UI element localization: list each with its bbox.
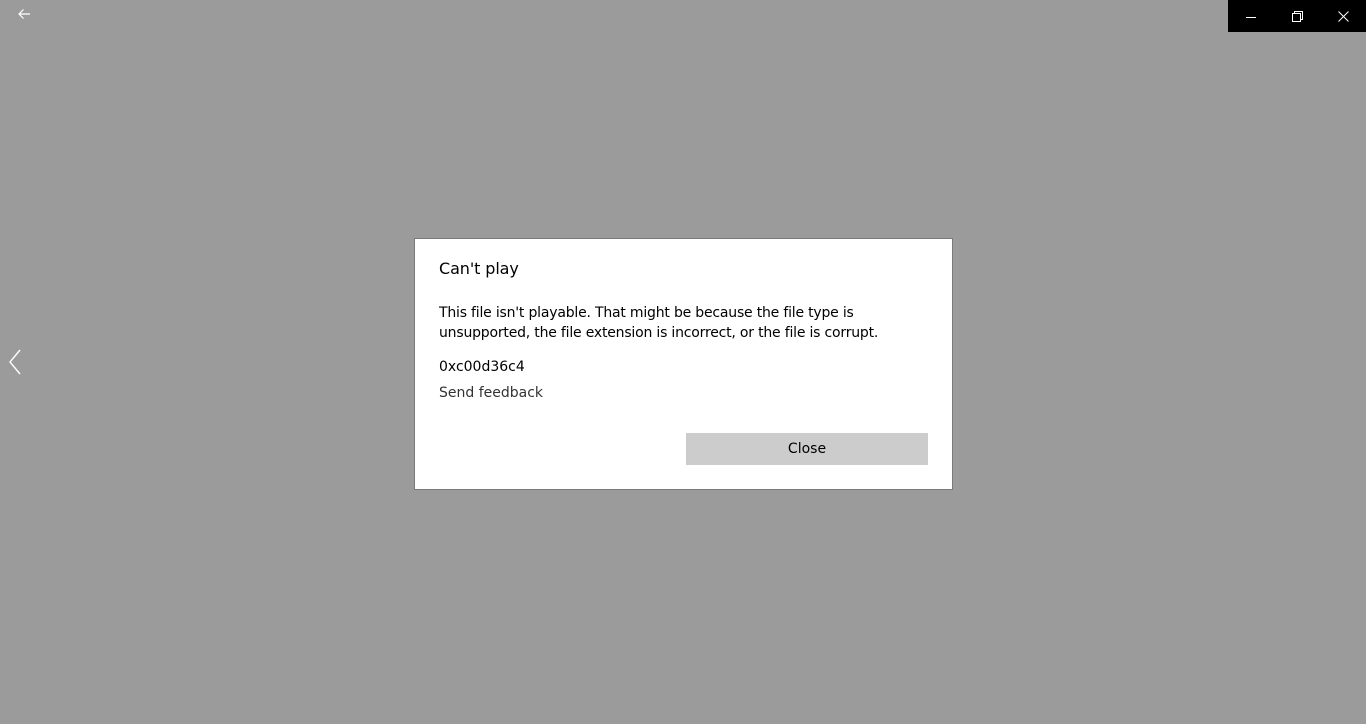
previous-button[interactable] — [2, 346, 28, 382]
dialog-message: This file isn't playable. That might be … — [439, 305, 879, 341]
chevron-left-icon — [8, 349, 22, 379]
dialog-title: Can't play — [439, 259, 519, 278]
close-button[interactable]: Close — [686, 433, 928, 465]
window-controls — [1228, 0, 1366, 32]
restore-button[interactable] — [1274, 0, 1320, 32]
minimize-button[interactable] — [1228, 0, 1274, 32]
send-feedback-link[interactable]: Send feedback — [439, 385, 543, 401]
arrow-left-icon — [17, 6, 31, 25]
restore-icon — [1291, 7, 1303, 26]
error-dialog: Can't play This file isn't playable. Tha… — [414, 238, 953, 490]
close-icon — [1337, 7, 1349, 26]
minimize-icon — [1246, 7, 1256, 26]
error-code: 0xc00d36c4 — [439, 359, 525, 375]
back-button[interactable] — [8, 0, 40, 31]
window-close-button[interactable] — [1320, 0, 1366, 32]
